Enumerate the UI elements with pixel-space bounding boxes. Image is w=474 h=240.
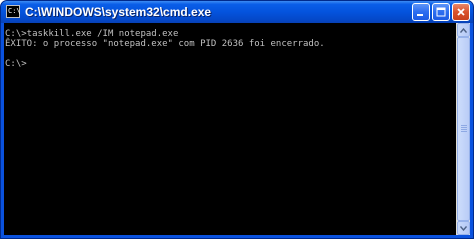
console-output[interactable]: C:\>taskkill.exe /IM notepad.exe ÊXITO: … xyxy=(4,23,456,235)
console-icon[interactable]: C:\ xyxy=(6,5,21,18)
arrow-up-icon xyxy=(460,27,467,33)
console-line-command: C:\>taskkill.exe /IM notepad.exe xyxy=(5,29,179,39)
grip-line xyxy=(461,127,467,128)
close-button[interactable] xyxy=(452,3,470,21)
maximize-icon xyxy=(436,7,446,17)
arrow-down-icon xyxy=(460,225,467,231)
maximize-button[interactable] xyxy=(432,3,450,21)
minimize-icon xyxy=(417,14,423,16)
window-title: C:\WINDOWS\system32\cmd.exe xyxy=(25,5,212,19)
close-icon xyxy=(457,8,465,16)
cmd-window: C:\ C:\WINDOWS\system32\cmd.exe C:\>task… xyxy=(0,0,474,239)
grip-line xyxy=(461,131,467,132)
scroll-up-button[interactable] xyxy=(457,23,470,37)
console-line-prompt: C:\> xyxy=(5,59,27,69)
console-line-result: ÊXITO: o processo "notepad.exe" com PID … xyxy=(5,39,325,49)
title-bar[interactable]: C:\ C:\WINDOWS\system32\cmd.exe xyxy=(1,1,473,23)
window-frame-bottom xyxy=(1,235,473,238)
grip-line xyxy=(461,129,467,130)
scroll-thumb[interactable] xyxy=(457,37,470,221)
grip-line xyxy=(461,125,467,126)
vertical-scrollbar[interactable] xyxy=(456,23,470,235)
minimize-button[interactable] xyxy=(412,3,430,21)
scroll-down-button[interactable] xyxy=(457,221,470,235)
